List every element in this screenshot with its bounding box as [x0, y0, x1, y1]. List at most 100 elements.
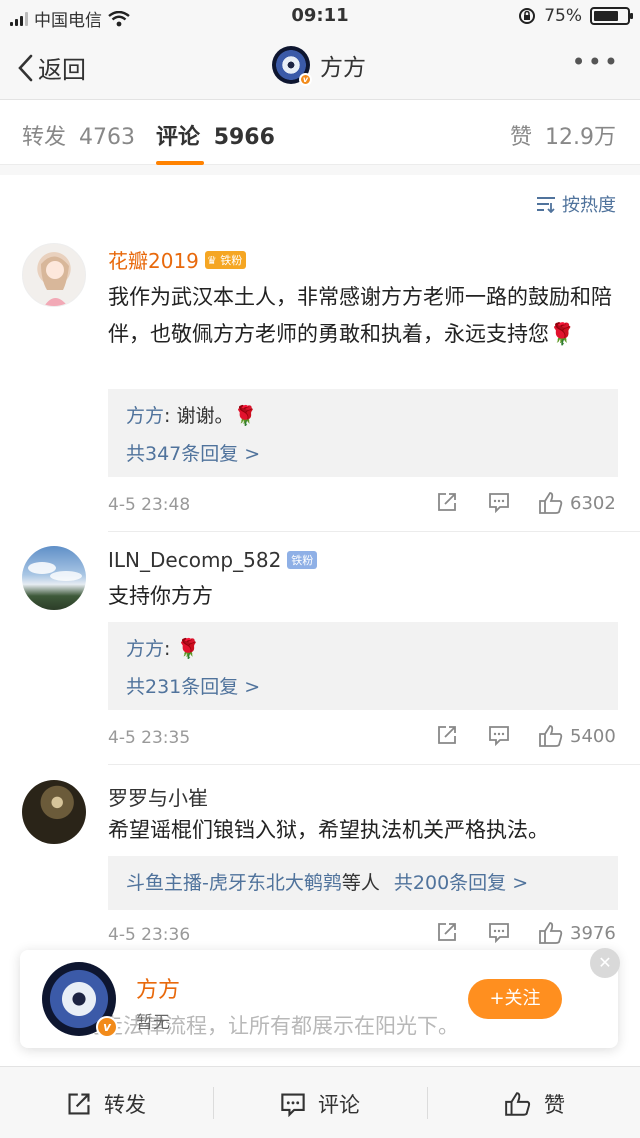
chevron-left-icon: [18, 54, 33, 81]
fan-badge: 铁粉: [287, 551, 318, 569]
share-icon: [68, 1093, 90, 1115]
crown-icon: ♛: [206, 253, 217, 267]
view-replies-link[interactable]: 共200条回复 >: [394, 872, 528, 894]
nav-avatar: v: [272, 46, 312, 86]
sort-icon: [537, 197, 555, 213]
verified-badge-icon: v: [299, 73, 312, 86]
like-button[interactable]: 5400: [538, 724, 616, 748]
bottom-separator: [427, 1087, 428, 1119]
comment-username[interactable]: ILN_Decomp_582 铁粉: [108, 548, 318, 572]
share-button[interactable]: [436, 491, 458, 513]
separator-strip: [0, 165, 640, 175]
share-button[interactable]: [436, 724, 458, 746]
like-button[interactable]: 赞: [504, 1089, 565, 1119]
battery-percent: 75%: [544, 6, 582, 26]
reply-button[interactable]: [488, 491, 510, 513]
sort-label: 按热度: [562, 195, 616, 216]
close-icon[interactable]: ✕: [590, 948, 620, 978]
reply-mid-text: 等人: [341, 872, 380, 894]
reply-text: : 🌹: [164, 638, 201, 660]
reply-button[interactable]: [488, 921, 510, 943]
like-button[interactable]: 6302: [538, 491, 616, 515]
tabs: 转发 4763 评论 5966 赞 12.9万: [0, 101, 640, 165]
battery-icon: [590, 7, 633, 25]
like-label: 赞: [544, 1093, 565, 1117]
like-count: 5400: [570, 725, 616, 747]
more-icon[interactable]: •••: [572, 48, 620, 76]
comment-icon: [489, 923, 509, 943]
popup-subtitle: 暂无: [136, 1013, 170, 1033]
tab-repost-label: 转发: [22, 125, 67, 150]
comment-text: 我作为武汉本土人，非常感谢方方老师一路的鼓励和陪伴，也敬佩方方老师的勇敢和执着，…: [108, 285, 612, 346]
avatar-landscape: [28, 562, 82, 581]
tab-comments[interactable]: 评论 5966: [156, 119, 275, 151]
reply-username[interactable]: 方方: [126, 405, 164, 427]
comment-time: 4-5 23:48: [108, 495, 191, 515]
reply-usernames[interactable]: 斗鱼主播-虎牙东北大鹌鹑: [126, 872, 342, 894]
comment-username[interactable]: 罗罗与小崔: [108, 782, 208, 811]
nav-bar: 返回 v 方方 •••: [0, 34, 640, 100]
comment-time: 4-5 23:35: [108, 728, 191, 748]
status-bar: 中国电信 09:11 75%: [0, 0, 640, 34]
repost-button[interactable]: 转发: [66, 1089, 146, 1119]
nav-title: 方方: [320, 55, 366, 81]
share-icon: [438, 923, 456, 941]
avatar[interactable]: [22, 546, 86, 610]
avatar[interactable]: [22, 243, 86, 307]
verified-badge-icon: v: [96, 1016, 118, 1038]
reply-box[interactable]: 斗鱼主播-虎牙东北大鹌鹑等人 共200条回复 >: [108, 856, 618, 910]
share-button[interactable]: [436, 921, 458, 943]
sort-button[interactable]: 按热度: [536, 191, 616, 217]
nav-profile[interactable]: v 方方: [272, 46, 366, 86]
comment-footer: 4-5 23:36 3976: [108, 921, 620, 951]
comment-text: 支持你方方: [108, 584, 213, 608]
thumbs-up-icon: [505, 1092, 531, 1116]
reply-box[interactable]: 方方: 谢谢。🌹 共347条回复 >: [108, 389, 618, 477]
share-icon: [438, 726, 456, 744]
thumbs-up-icon: [539, 492, 563, 514]
username-text: 花瓣2019: [108, 249, 199, 273]
comment-divider: [108, 764, 640, 765]
comment-button[interactable]: 评论: [280, 1089, 360, 1119]
username-text: ILN_Decomp_582: [108, 548, 282, 572]
fan-badge-label: 铁粉: [220, 253, 243, 267]
thumbs-up-icon: [539, 922, 563, 944]
username-text: 罗罗与小崔: [108, 786, 208, 810]
comment-time: 4-5 23:36: [108, 925, 191, 945]
reply-username[interactable]: 方方: [126, 638, 164, 660]
comment-divider: [108, 531, 640, 532]
tab-likes-label: 赞: [509, 125, 532, 150]
avatar-illustration: [41, 256, 69, 306]
back-label: 返回: [38, 56, 86, 84]
reply-box[interactable]: 方方: 🌹 共231条回复 >: [108, 622, 618, 710]
orientation-lock-icon: [519, 8, 536, 24]
comment-username[interactable]: 花瓣2019 ♛ 铁粉: [108, 245, 247, 274]
share-icon: [438, 493, 456, 511]
view-replies-link[interactable]: 共231条回复 >: [126, 668, 600, 706]
comment-text: 希望谣棍们锒铛入狱，希望执法机关严格执法。: [108, 818, 549, 842]
tab-comments-count: 5966: [213, 125, 275, 150]
comment-footer: 4-5 23:35 5400: [108, 724, 620, 754]
like-button[interactable]: 3976: [538, 921, 616, 945]
tab-likes-count: 12.9万: [545, 125, 616, 150]
repost-label: 转发: [104, 1093, 146, 1117]
follow-button[interactable]: +关注: [468, 979, 562, 1019]
like-count: 6302: [570, 492, 616, 514]
tab-likes[interactable]: 赞 12.9万: [510, 119, 616, 151]
comment-icon: [281, 1093, 305, 1117]
comment-icon: [489, 726, 509, 746]
tab-repost[interactable]: 转发 4763: [22, 119, 135, 151]
avatar[interactable]: [22, 780, 86, 844]
reply-line: 方方: 🌹: [126, 630, 600, 668]
bottom-separator: [213, 1087, 214, 1119]
follow-popup: 一切走法律流程，让所有都展示在阳光下。 v 方方 暂无 +关注 ✕: [20, 948, 620, 1048]
reply-button[interactable]: [488, 724, 510, 746]
popup-avatar[interactable]: v: [42, 962, 118, 1038]
view-replies-link[interactable]: 共347条回复 >: [126, 435, 600, 473]
popup-name[interactable]: 方方: [136, 972, 180, 1004]
comment-label: 评论: [318, 1093, 360, 1117]
fan-badge: ♛ 铁粉: [204, 250, 247, 269]
back-button[interactable]: 返回: [16, 50, 86, 85]
comment-footer: 4-5 23:48 6302: [108, 491, 620, 521]
popup-background-text: 一切走法律流程，让所有都展示在阳光下。: [60, 1014, 459, 1038]
